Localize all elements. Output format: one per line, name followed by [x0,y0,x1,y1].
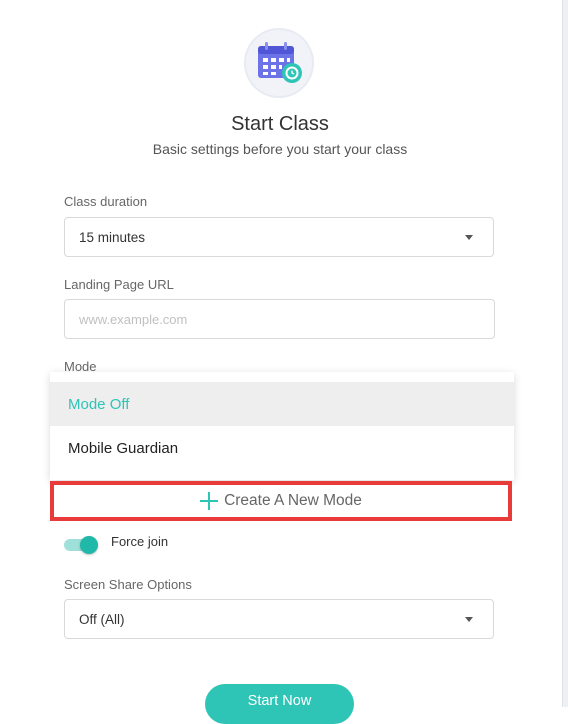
create-new-mode-button[interactable]: Create A New Mode [50,481,512,521]
start-now-button[interactable]: Start Now [205,684,354,724]
class-duration-value: 15 minutes [79,229,146,245]
create-new-mode-label: Create A New Mode [224,492,362,509]
mode-option-mobile-guardian[interactable]: Mobile Guardian [50,426,514,470]
calendar-gear-icon [258,42,302,83]
toggle-knob [80,536,98,554]
screen-share-value: Off (All) [79,611,125,627]
landing-page-label: Landing Page URL [64,277,174,292]
screen-share-select[interactable]: Off (All) [64,599,494,639]
force-join-label: Force join [111,534,169,549]
landing-page-input[interactable] [64,299,495,339]
mode-option-mode-off[interactable]: Mode Off [50,382,514,426]
page-title: Start Class [231,113,329,135]
plus-icon [200,492,219,510]
screen-share-label: Screen Share Options [64,577,192,592]
caret-down-icon [465,235,473,240]
start-class-icon [244,28,314,98]
force-join-toggle[interactable] [64,536,98,554]
scrollbar[interactable] [562,0,568,707]
caret-down-icon [465,617,473,622]
page-subtitle: Basic settings before you start your cla… [152,141,408,157]
class-duration-select[interactable]: 15 minutes [64,217,494,257]
mode-dropdown-menu: Mode Off Mobile Guardian [50,372,514,480]
class-duration-label: Class duration [64,194,148,209]
